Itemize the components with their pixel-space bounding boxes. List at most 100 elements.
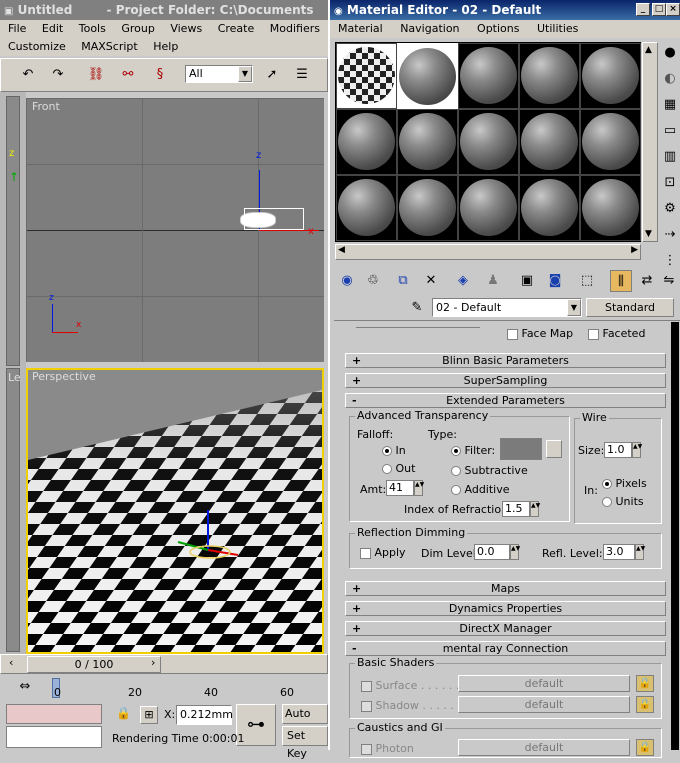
sample-type-icon[interactable]: ●: [659, 42, 680, 64]
redo-icon[interactable]: ↷: [47, 64, 69, 86]
photon-shader-button[interactable]: default: [458, 739, 630, 756]
wire-pixels-radio[interactable]: Pixels: [602, 477, 647, 490]
material-effects-channel-icon[interactable]: ▣: [516, 270, 538, 292]
surface-lock-icon[interactable]: 🔒: [636, 675, 654, 692]
panel-scrollbar[interactable]: [671, 322, 679, 750]
rollout-dynamics[interactable]: + Dynamics Properties: [345, 601, 666, 616]
menu-group[interactable]: Group: [121, 22, 155, 35]
auto-key-button[interactable]: Auto Key: [282, 704, 328, 738]
sample-slot-11[interactable]: [336, 175, 397, 241]
sample-slot-12[interactable]: [397, 175, 458, 241]
chevron-up-icon[interactable]: ▲: [645, 45, 652, 55]
sample-slots-hscroll[interactable]: ◀ ▶: [335, 244, 641, 260]
make-unique-icon[interactable]: ◈: [452, 270, 474, 292]
select-by-name-icon[interactable]: ⇋: [658, 270, 680, 292]
sample-slot-15[interactable]: [580, 175, 641, 241]
material-name-field[interactable]: 02 - Default ▼: [432, 298, 582, 317]
select-by-material-icon[interactable]: ⇢: [659, 224, 680, 246]
background-icon[interactable]: ▦: [659, 94, 680, 116]
rollout-directx[interactable]: + DirectX Manager: [345, 621, 666, 636]
photon-lock-icon[interactable]: 🔒: [636, 739, 654, 756]
dim-level-value[interactable]: 0.0: [474, 544, 510, 560]
menu-maxscript[interactable]: MAXScript: [81, 40, 137, 53]
track-view-icon[interactable]: ⇔: [14, 676, 36, 698]
type-filter-radio[interactable]: Filter:: [451, 444, 495, 457]
amt-value[interactable]: 41: [386, 480, 414, 496]
select-by-name-icon[interactable]: ☰: [291, 64, 313, 86]
sample-uv-tiling-icon[interactable]: ▭: [659, 120, 680, 142]
assign-to-selection-icon[interactable]: ⧉: [392, 270, 414, 292]
sample-slot-9[interactable]: [519, 109, 580, 175]
undo-icon[interactable]: ↶: [17, 64, 39, 86]
sample-slot-3[interactable]: [458, 43, 519, 109]
me-menu-material[interactable]: Material: [338, 22, 383, 35]
wire-units-radio[interactable]: Units: [602, 495, 644, 508]
track-bar[interactable]: ⇔ 0 20 40 60: [0, 674, 328, 702]
photon-checkbox[interactable]: [361, 743, 372, 755]
falloff-in-radio[interactable]: In: [382, 444, 406, 457]
me-menu-navigation[interactable]: Navigation: [400, 22, 459, 35]
menu-modifiers[interactable]: Modifiers: [270, 22, 320, 35]
menu-views[interactable]: Views: [170, 22, 202, 35]
wire-size-value[interactable]: 1.0: [604, 442, 632, 458]
dim-level-spinner[interactable]: 0.0 ▲▼: [474, 544, 520, 560]
shadow-lock-icon[interactable]: 🔒: [636, 696, 654, 713]
lock-selection-icon[interactable]: 🔒: [116, 706, 131, 720]
sample-slot-10[interactable]: [580, 109, 641, 175]
chevron-left-icon[interactable]: ‹: [9, 656, 13, 669]
menu-tools[interactable]: Tools: [79, 22, 106, 35]
viewport-perspective[interactable]: Perspective: [26, 368, 324, 654]
chevron-down-icon[interactable]: ▼: [238, 66, 252, 82]
shadow-row[interactable]: Shadow . . . . . .: [361, 699, 461, 712]
surface-row[interactable]: Surface . . . . . .: [361, 679, 459, 692]
wire-size-spinner[interactable]: 1.0 ▲▼: [604, 442, 642, 458]
put-to-library-icon[interactable]: ♟: [482, 270, 504, 292]
filter-color-swatch[interactable]: [500, 438, 542, 460]
amt-spinner[interactable]: 41 ▲▼: [386, 480, 424, 496]
chevron-right-icon[interactable]: ▶: [631, 245, 638, 255]
menu-help[interactable]: Help: [153, 40, 178, 53]
get-material-icon[interactable]: ◉: [336, 270, 358, 292]
sample-slot-13[interactable]: [458, 175, 519, 241]
ior-value[interactable]: 1.5: [502, 501, 530, 517]
ior-spinner[interactable]: 1.5 ▲▼: [502, 501, 540, 517]
filter-map-button[interactable]: [546, 440, 562, 458]
me-menu-utilities[interactable]: Utilities: [537, 22, 578, 35]
shadow-checkbox[interactable]: [361, 700, 372, 712]
refl-level-value[interactable]: 3.0: [603, 544, 635, 560]
face-map-checkbox[interactable]: [507, 328, 518, 340]
sample-slot-1[interactable]: [336, 43, 397, 109]
face-map-row[interactable]: Face Map: [507, 327, 573, 340]
sample-slot-14[interactable]: [519, 175, 580, 241]
me-menu-options[interactable]: Options: [477, 22, 519, 35]
reset-map-icon[interactable]: ✕: [420, 270, 442, 292]
refl-level-spinner[interactable]: 3.0 ▲▼: [603, 544, 645, 560]
menu-file[interactable]: File: [8, 22, 26, 35]
sample-slot-4[interactable]: [519, 43, 580, 109]
menu-customize[interactable]: Customize: [8, 40, 66, 53]
unlink-icon[interactable]: ⚯: [117, 64, 139, 86]
rollout-mental-ray[interactable]: - mental ray Connection: [345, 641, 666, 656]
sample-slot-6[interactable]: [336, 109, 397, 175]
backlight-icon[interactable]: ◐: [659, 68, 680, 90]
selection-filter-dropdown[interactable]: All ▼: [185, 65, 253, 83]
chevron-left-icon[interactable]: ◀: [338, 245, 345, 255]
sample-slot-8[interactable]: [458, 109, 519, 175]
chevron-down-icon[interactable]: ▼: [645, 229, 652, 239]
options-icon[interactable]: ⚙: [659, 198, 680, 220]
absolute-mode-icon[interactable]: ⊞: [140, 706, 158, 724]
photon-row[interactable]: Photon: [361, 742, 414, 755]
make-preview-icon[interactable]: ⊡: [659, 172, 680, 194]
rollout-extended-parameters[interactable]: - Extended Parameters: [345, 393, 666, 408]
pick-material-from-object-icon[interactable]: ✎: [406, 297, 428, 319]
video-color-check-icon[interactable]: ▥: [659, 146, 680, 168]
type-subtractive-radio[interactable]: Subtractive: [451, 464, 528, 477]
apply-checkbox[interactable]: [360, 547, 371, 559]
rollout-supersampling[interactable]: + SuperSampling: [345, 373, 666, 388]
x-coordinate-field[interactable]: 0.212mm: [176, 705, 233, 725]
sample-slot-5[interactable]: [580, 43, 641, 109]
menu-create[interactable]: Create: [218, 22, 255, 35]
viewport-front[interactable]: Front z x z x: [26, 98, 324, 362]
rollout-blinn-basic[interactable]: + Blinn Basic Parameters: [345, 353, 666, 368]
faceted-checkbox[interactable]: [588, 328, 599, 340]
